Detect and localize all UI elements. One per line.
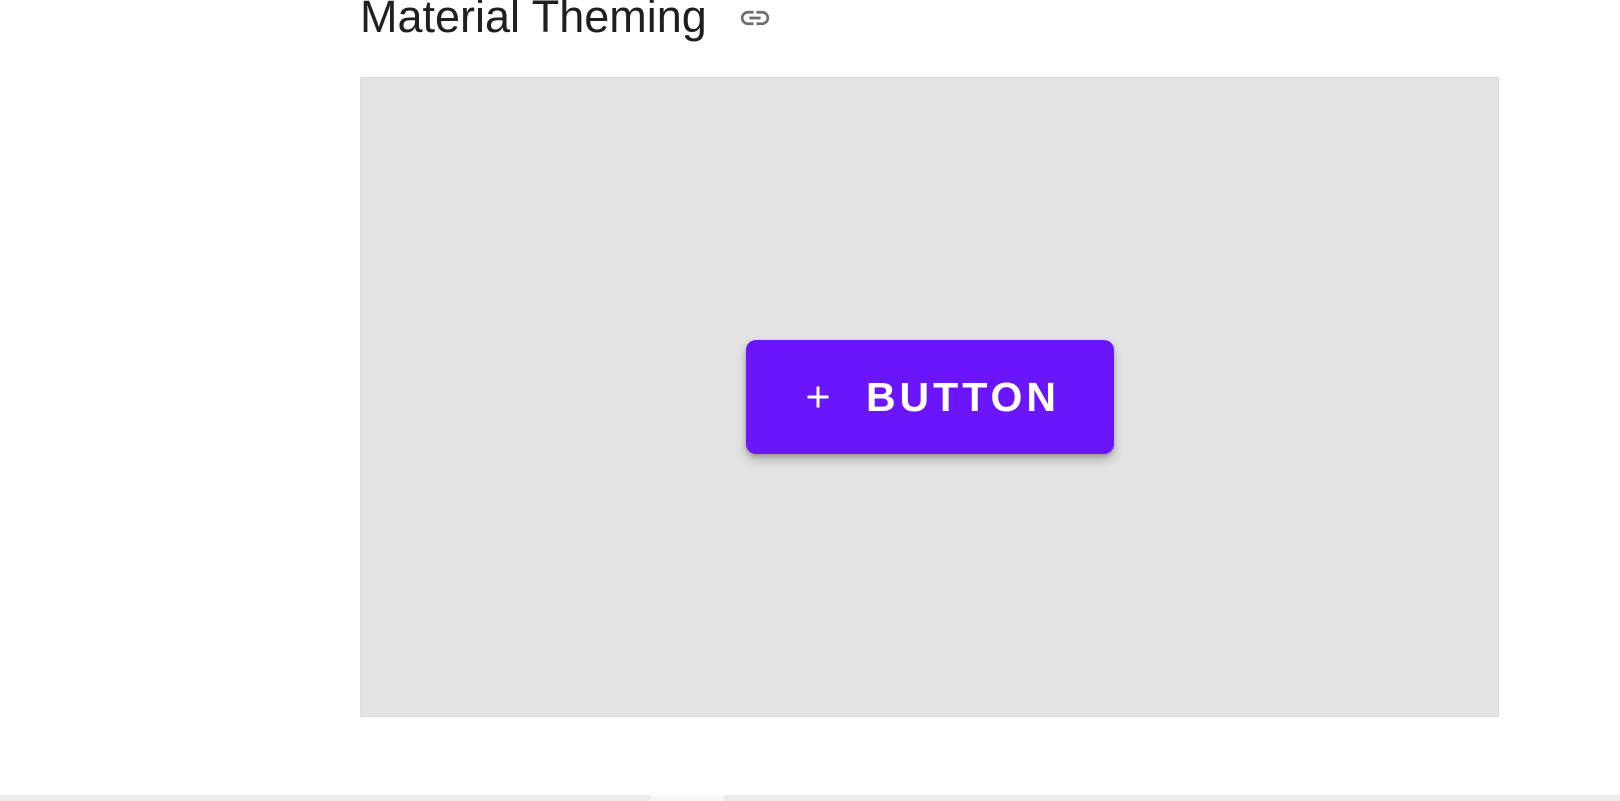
bottom-scroll-strip — [0, 795, 1620, 801]
section-heading: Material Theming — [360, 0, 773, 50]
bottom-strip-segment — [0, 795, 650, 801]
anchor-link[interactable] — [737, 0, 773, 36]
demo-canvas: Button — [360, 77, 1499, 717]
bottom-strip-segment — [724, 795, 1620, 801]
link-icon — [740, 10, 769, 26]
plus-icon — [800, 379, 836, 415]
bottom-strip-gap — [650, 795, 724, 801]
button-label: Button — [865, 373, 1061, 420]
extended-button[interactable]: Button — [746, 340, 1114, 454]
section-title: Material Theming — [360, 0, 707, 42]
page: Material Theming Button — [0, 0, 1620, 801]
